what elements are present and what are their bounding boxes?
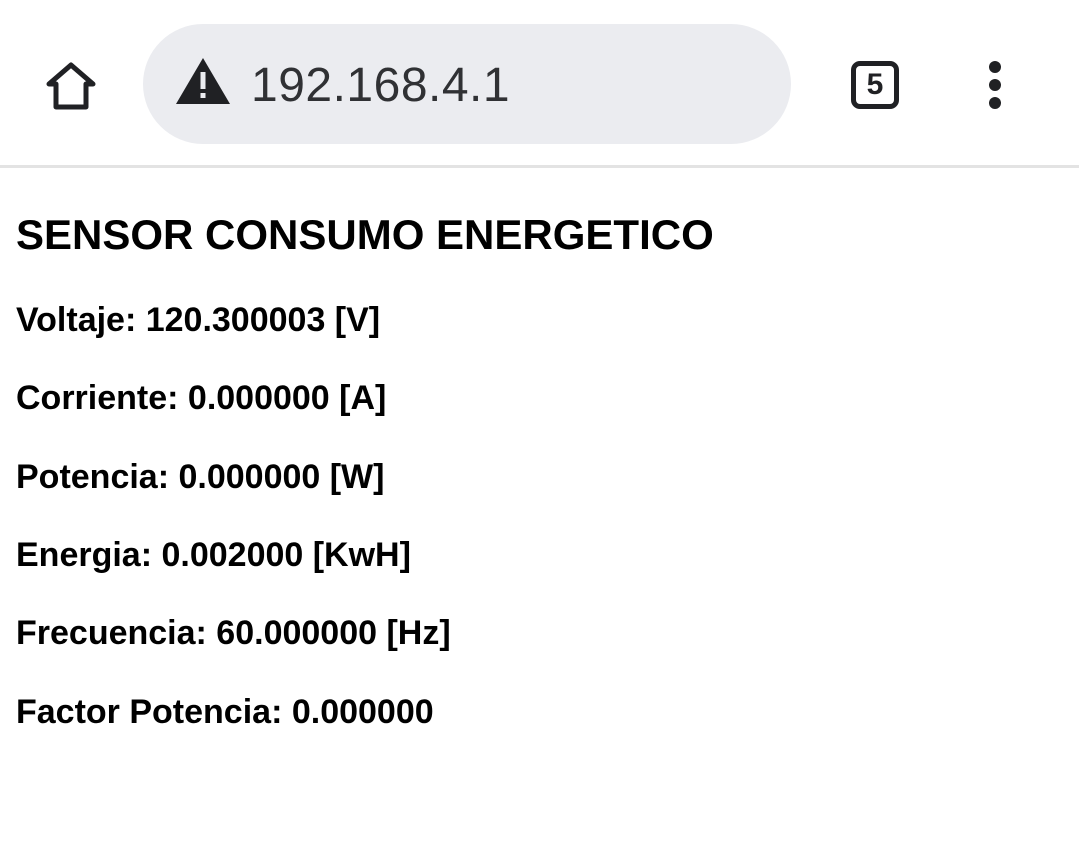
home-button[interactable] <box>36 50 106 120</box>
frequency-reading: Frecuencia: 60.000000 [Hz] <box>16 614 451 652</box>
warning-icon[interactable] <box>174 56 232 106</box>
tab-count-badge: 5 <box>851 61 899 109</box>
page-title: SENSOR CONSUMO ENERGETICO <box>16 211 714 258</box>
overflow-menu-button[interactable] <box>960 50 1030 120</box>
tab-switcher-button[interactable]: 5 <box>840 50 910 120</box>
more-vert-icon <box>989 61 1001 109</box>
current-reading: Corriente: 0.000000 [A] <box>16 379 387 417</box>
voltage-reading: Voltaje: 120.300003 [V] <box>16 301 381 339</box>
power-reading: Potencia: 0.000000 [W] <box>16 458 385 496</box>
browser-toolbar: 192.168.4.1 5 <box>0 0 1079 168</box>
home-icon <box>46 62 96 110</box>
power-factor-reading: Factor Potencia: 0.000000 <box>16 693 434 731</box>
energy-reading: Energia: 0.002000 [KwH] <box>16 536 411 574</box>
url-text[interactable]: 192.168.4.1 <box>251 56 510 116</box>
